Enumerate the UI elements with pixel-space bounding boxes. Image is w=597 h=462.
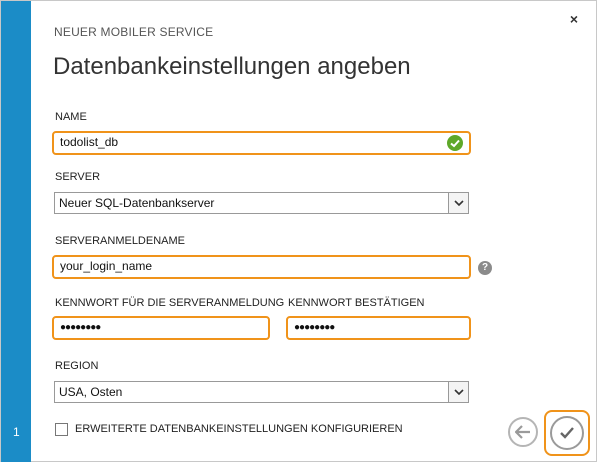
- name-value: todolist_db: [60, 135, 119, 149]
- region-select[interactable]: USA, Osten: [54, 381, 469, 403]
- help-icon[interactable]: ?: [478, 261, 492, 275]
- login-label: SERVERANMELDENAME: [55, 235, 185, 247]
- login-value: your_login_name: [60, 259, 153, 273]
- finish-button[interactable]: [550, 416, 584, 450]
- checkmark-icon: [560, 427, 574, 439]
- wizard-dialog: 1 × NEUER MOBILER SERVICE Datenbankeinst…: [0, 0, 597, 462]
- advanced-settings-checkbox[interactable]: [55, 423, 68, 436]
- arrow-left-icon: [515, 425, 530, 439]
- step-sidebar: 1: [1, 1, 31, 462]
- password-value: ●●●●●●●●: [60, 322, 101, 333]
- name-label: NAME: [55, 111, 87, 123]
- password-input[interactable]: ●●●●●●●●: [52, 316, 270, 340]
- chevron-down-icon[interactable]: [448, 193, 468, 213]
- login-input[interactable]: your_login_name: [52, 255, 471, 279]
- confirm-password-input[interactable]: ●●●●●●●●: [286, 316, 471, 340]
- back-button[interactable]: [508, 417, 538, 447]
- password-label: KENNWORT FÜR DIE SERVERANMELDUNG: [55, 297, 285, 309]
- region-label: REGION: [55, 360, 99, 372]
- server-value: Neuer SQL-Datenbankserver: [59, 196, 215, 210]
- wizard-subtitle: NEUER MOBILER SERVICE: [54, 25, 214, 39]
- chevron-down-icon[interactable]: [448, 382, 468, 402]
- server-label: SERVER: [55, 171, 101, 183]
- valid-check-icon: [447, 135, 463, 151]
- advanced-settings-label[interactable]: ERWEITERTE DATENBANKEINSTELLUNGEN KONFIG…: [75, 423, 403, 435]
- close-icon[interactable]: ×: [566, 11, 582, 27]
- step-number: 1: [13, 425, 20, 439]
- name-input[interactable]: todolist_db: [52, 131, 471, 155]
- page-title: Datenbankeinstellungen angeben: [53, 53, 411, 80]
- region-value: USA, Osten: [59, 385, 123, 399]
- confirm-password-value: ●●●●●●●●: [294, 322, 335, 333]
- server-select[interactable]: Neuer SQL-Datenbankserver: [54, 192, 469, 214]
- confirm-password-label: KENNWORT BESTÄTIGEN: [288, 297, 425, 309]
